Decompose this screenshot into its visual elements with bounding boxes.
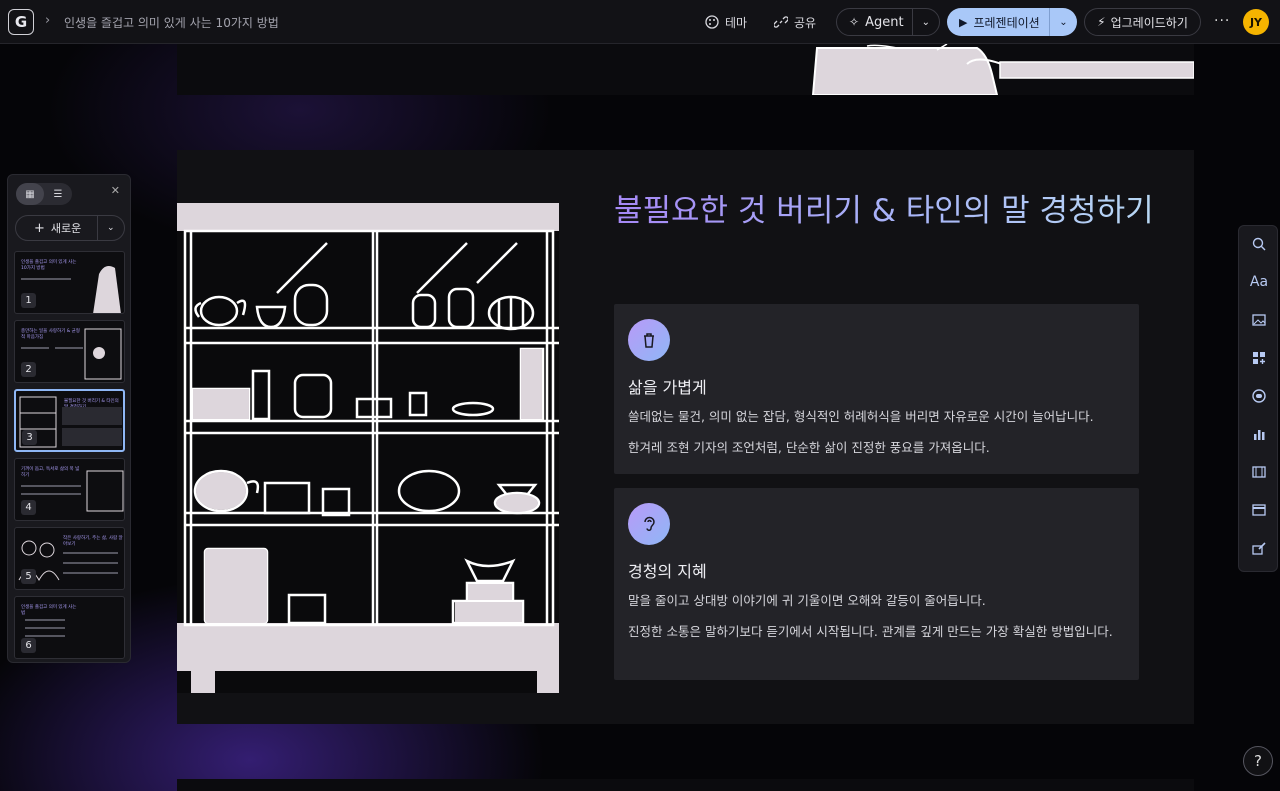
thumbnail-line (55, 347, 83, 349)
card-text: 한겨레 조현 기자의 조언처럼, 단순한 삶이 진정한 풍요를 가져옵니다. (628, 440, 990, 455)
app-logo[interactable]: G (8, 9, 34, 35)
layout-icon[interactable] (1247, 498, 1271, 522)
edit-icon[interactable] (1247, 536, 1271, 560)
thumbnail-illustration (84, 328, 122, 380)
chevron-down-icon[interactable]: ⌄ (911, 9, 939, 35)
ear-icon (628, 503, 670, 545)
present-button[interactable]: ▶ 프레젠테이션 ⌄ (947, 8, 1077, 36)
slide-number: 3 (22, 430, 37, 445)
close-icon[interactable]: ✕ (111, 184, 120, 197)
theme-button[interactable]: 테마 (705, 8, 747, 36)
text-style-icon[interactable]: Aa (1247, 270, 1271, 294)
link-icon (774, 16, 788, 28)
card-text: 말을 줄이고 상대방 이야기에 귀 기울이면 오해와 갈등이 줄어듭니다. (628, 593, 986, 608)
share-button[interactable]: 공유 (774, 8, 816, 36)
thumbnail-title: 작은 사랑하기, 주는 삶, 사람 알아보기 (63, 536, 123, 547)
current-slide[interactable]: 불필요한 것 버리기 & 타인의 말 경청하기 삶을 가볍게 쓸데없는 물건, … (177, 150, 1194, 724)
video-icon[interactable] (1247, 460, 1271, 484)
help-button[interactable]: ? (1243, 746, 1273, 776)
grid-view-icon[interactable]: ▦ (16, 183, 44, 205)
card-text: 진정한 소통은 말하기보다 듣기에서 시작됩니다. 관계를 깊게 만드는 가장 … (628, 624, 1113, 639)
shelf-drawing (177, 203, 559, 693)
thumbnail-line (21, 347, 49, 349)
list-view-icon[interactable]: ☰ (44, 183, 72, 205)
agent-label: Agent (865, 14, 904, 30)
new-slide-label: 새로운 (50, 222, 82, 235)
thumbnail-line (25, 619, 65, 621)
thumbnail-card (62, 407, 122, 425)
slide-number: 4 (21, 500, 36, 515)
thumbnail-title: 기꺼이 돕고, 독서로 삶의 폭 넓히기 (21, 467, 80, 478)
card-lighten-life[interactable]: 삶을 가볍게 쓸데없는 물건, 의미 없는 잡담, 형식적인 허례허식을 버리면… (614, 304, 1139, 474)
slide-thumbnail[interactable]: 충만하는 일을 사랑하기 & 균형적 마음가짐 2 (14, 320, 125, 383)
slide-thumbnail-active[interactable]: 불필요한 것 버리기 & 타인의 말 경청하기 3 (14, 389, 125, 452)
thumbnail-line (63, 552, 118, 554)
thumbnail-illustration (86, 470, 124, 512)
slide-number: 2 (21, 362, 36, 377)
thumbnail-line (21, 493, 81, 495)
document-title-breadcrumb[interactable]: 인생을 즐겁고 의미 있게 사는 10가지 방법 (64, 14, 279, 31)
thumbnail-line (25, 627, 65, 629)
previous-slide-preview[interactable] (177, 44, 1194, 95)
add-block-icon[interactable] (1247, 346, 1271, 370)
slide-number: 5 (21, 569, 36, 584)
thumbnail-title: 인생을 즐겁고 의미 있게 사는 법 (21, 605, 77, 616)
thumbnail-title: 인생을 즐겁고 의미 있게 사는 10가지 방법 (21, 260, 77, 271)
upgrade-label: 업그레이드하기 (1110, 15, 1188, 30)
thumbnail-line (25, 635, 65, 637)
slide-thumbnail[interactable]: 기꺼이 돕고, 독서로 삶의 폭 넓히기 4 (14, 458, 125, 521)
card-title: 삶을 가볍게 (628, 378, 707, 397)
avatar[interactable]: JY (1243, 9, 1269, 35)
slide-number: 1 (21, 293, 36, 308)
slide-thumbnail[interactable]: 작은 사랑하기, 주는 삶, 사람 알아보기 5 (14, 527, 125, 590)
view-toggle[interactable]: ▦ ☰ (16, 183, 72, 205)
slide-panel: ▦ ☰ ✕ + 새로운 ⌄ 인생을 즐겁고 의미 있게 사는 10가지 방법 1… (7, 174, 131, 663)
shelf-illustration (177, 203, 559, 693)
card-title: 경청의 지혜 (628, 562, 707, 581)
chevron-down-icon[interactable]: ⌄ (96, 216, 124, 240)
thumbnail-illustration (93, 266, 121, 313)
present-label: 프레젠테이션 (973, 15, 1040, 30)
upgrade-button[interactable]: ⚡ 업그레이드하기 (1084, 8, 1201, 36)
slide-number: 6 (21, 638, 36, 653)
thumbnail-line (21, 278, 71, 280)
magic-wand-icon: ⚡ (1097, 15, 1106, 29)
thumbnail-title: 충만하는 일을 사랑하기 & 균형적 마음가짐 (21, 329, 80, 340)
slide-title[interactable]: 불필요한 것 버리기 & 타인의 말 경청하기 (614, 190, 1154, 232)
card-text: 쓸데없는 물건, 의미 없는 잡담, 형식적인 허례허식을 버리면 자유로운 시… (628, 409, 1094, 424)
previous-slide-illustration (811, 44, 1194, 95)
chevron-right-icon: › (45, 13, 51, 28)
toggle-icon[interactable] (1247, 384, 1271, 408)
plus-icon: + (34, 220, 45, 236)
new-slide-button[interactable]: + 새로운 ⌄ (15, 215, 125, 241)
share-label: 공유 (794, 15, 817, 30)
chevron-down-icon[interactable]: ⌄ (1049, 8, 1077, 36)
thumbnail-card (62, 428, 122, 446)
thumbnail-line (21, 485, 81, 487)
slide-thumbnail[interactable]: 인생을 즐겁고 의미 있게 사는 10가지 방법 1 (14, 251, 125, 314)
thumbnail-line (63, 562, 118, 564)
right-toolbar: Aa (1238, 225, 1278, 572)
theme-label: 테마 (725, 15, 748, 30)
palette-icon (705, 15, 719, 29)
more-options-icon[interactable]: ··· (1214, 13, 1230, 29)
search-icon[interactable] (1247, 232, 1271, 256)
thumbnail-line (63, 572, 118, 574)
card-listening-wisdom[interactable]: 경청의 지혜 말을 줄이고 상대방 이야기에 귀 기울이면 오해와 갈등이 줄어… (614, 488, 1139, 680)
image-icon[interactable] (1247, 308, 1271, 332)
chart-icon[interactable] (1247, 422, 1271, 446)
play-icon: ▶ (959, 15, 968, 29)
slide-thumbnail[interactable]: 인생을 즐겁고 의미 있게 사는 법 6 (14, 596, 125, 659)
top-bar: G › 인생을 즐겁고 의미 있게 사는 10가지 방법 테마 공유 ✧ Age… (0, 0, 1280, 44)
next-slide-preview[interactable] (177, 779, 1194, 791)
sparkle-icon: ✧ (849, 15, 860, 29)
agent-button[interactable]: ✧ Agent ⌄ (836, 8, 940, 36)
trash-icon (628, 319, 670, 361)
